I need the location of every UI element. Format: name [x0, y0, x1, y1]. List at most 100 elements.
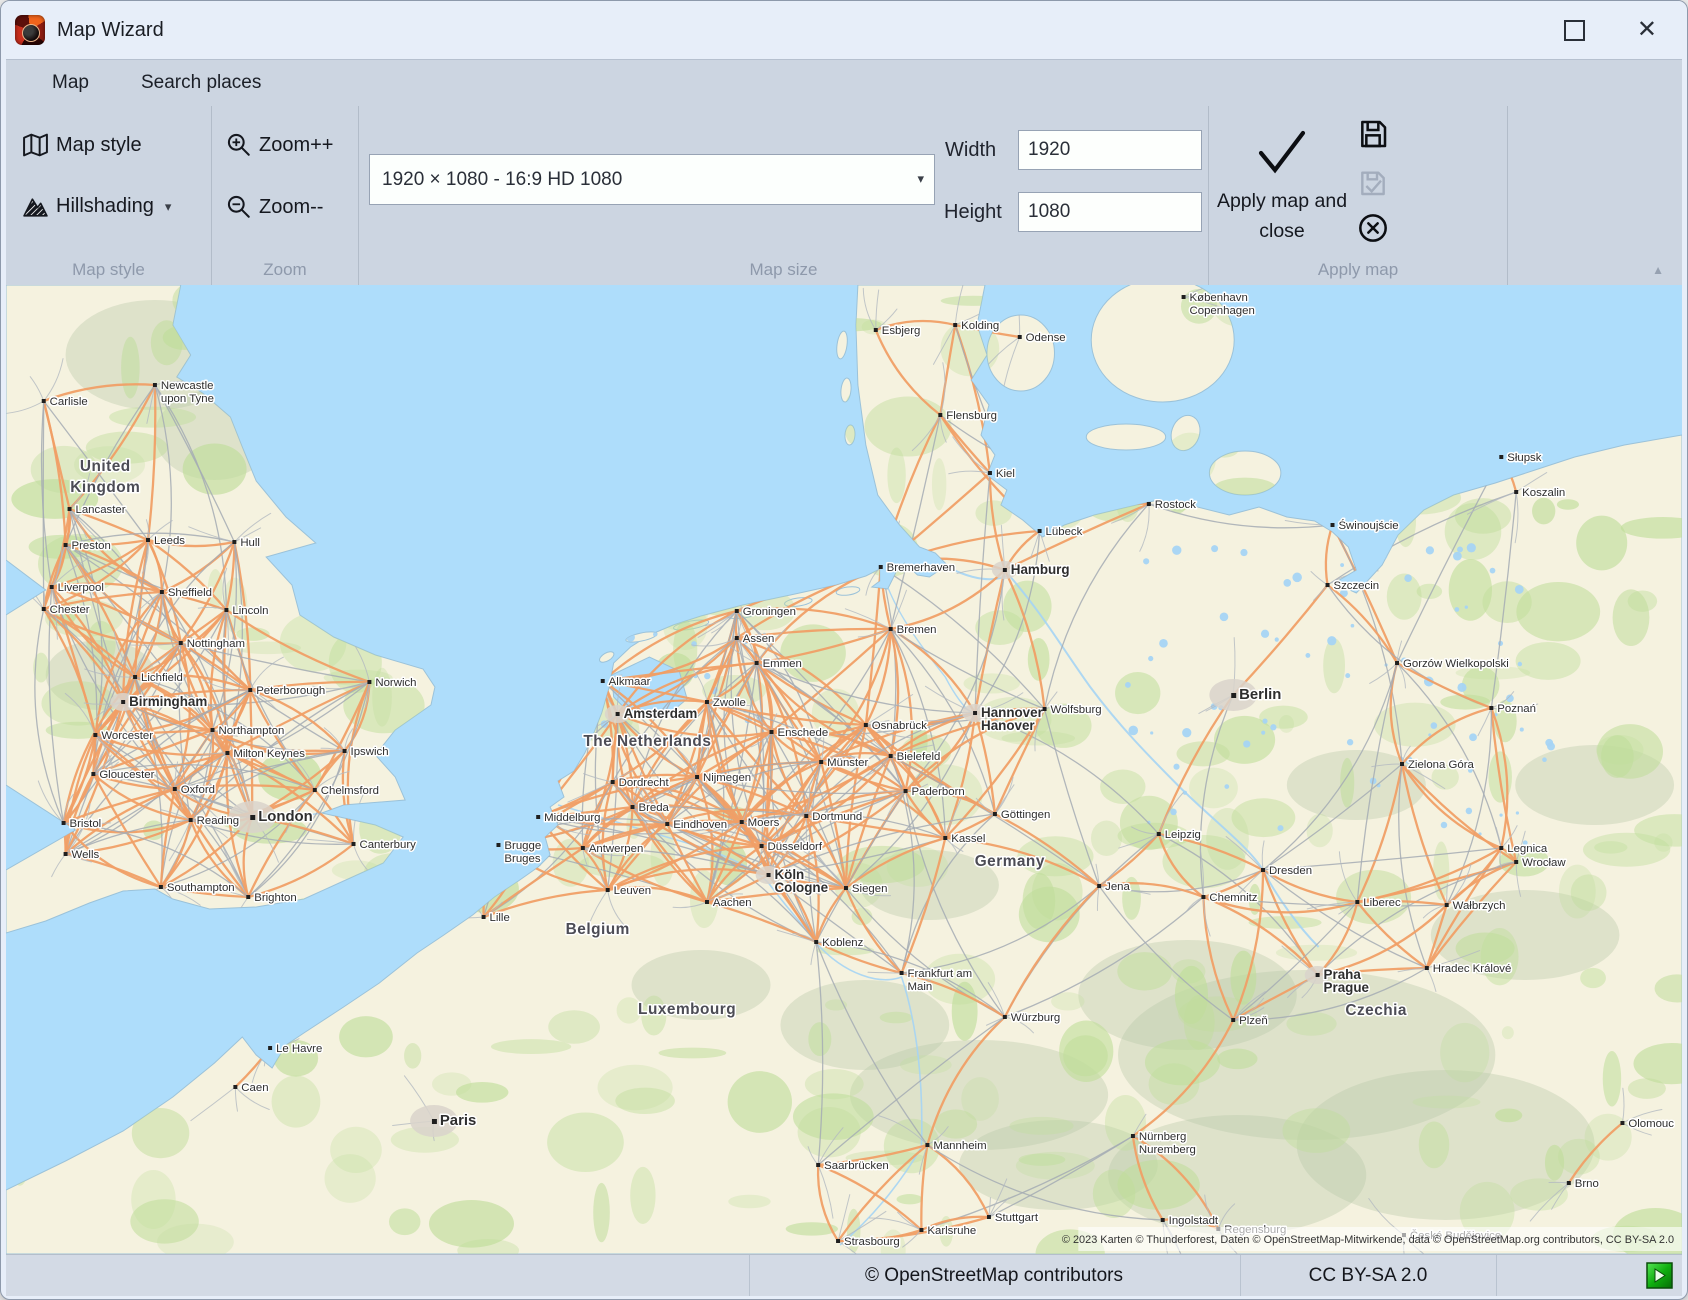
city-marker — [1231, 1018, 1235, 1022]
greenery — [1217, 1049, 1257, 1070]
close-icon[interactable]: ✕ — [1637, 18, 1657, 42]
city-label: Dortmund — [812, 811, 862, 823]
city-marker — [50, 585, 54, 589]
greenery — [1412, 1096, 1480, 1109]
lake — [1182, 728, 1191, 737]
lake — [1340, 563, 1344, 567]
lake — [1275, 637, 1279, 641]
greenery — [1580, 968, 1606, 988]
lake — [1173, 764, 1179, 770]
save-map-button[interactable] — [1357, 118, 1389, 150]
lake — [1469, 733, 1477, 741]
city-label: Brugge — [504, 840, 541, 852]
group-label-map-style: Map style — [6, 260, 211, 280]
green-arrow-grip-icon[interactable] — [1646, 1262, 1673, 1289]
zoom-out-button[interactable]: Zoom-- — [226, 194, 323, 220]
statusbar-separator — [1496, 1255, 1497, 1296]
group-map-style: Map style Hillshading ▾ Map style — [6, 106, 212, 285]
city-marker — [250, 815, 255, 820]
tab-search-places[interactable]: Search places — [141, 72, 261, 94]
greenery — [121, 337, 140, 399]
map-style-button[interactable]: Map style — [22, 132, 142, 158]
greenery — [1282, 1108, 1350, 1153]
city-marker — [1620, 1121, 1624, 1125]
city-marker — [755, 661, 759, 665]
greenery — [1603, 1051, 1621, 1107]
greenery — [1502, 1026, 1514, 1039]
lake — [1518, 662, 1522, 666]
ribbon-collapse-icon[interactable]: ▲ — [1652, 263, 1664, 277]
city-marker — [993, 812, 997, 816]
lake — [1347, 739, 1353, 745]
map-wizard-window: Map Wizard ✕ Map Search places Map style — [0, 0, 1688, 1300]
city-label: Ingolstadt — [1169, 1215, 1219, 1227]
greenery — [1059, 1021, 1113, 1082]
width-field[interactable] — [1018, 130, 1202, 170]
map-viewport[interactable]: CarlisleNewcastleupon TyneLancasterPrest… — [6, 285, 1682, 1254]
city-marker — [836, 1239, 840, 1243]
greenery — [897, 1194, 923, 1204]
zoom-in-button[interactable]: Zoom++ — [226, 132, 333, 158]
ribbon: Map Search places Map style — [6, 59, 1682, 285]
cancel-button[interactable] — [1357, 212, 1389, 244]
greenery — [728, 1071, 792, 1133]
city-label: Koblenz — [822, 937, 863, 949]
city-label: Wałbrzych — [1453, 900, 1506, 912]
city-marker — [988, 471, 992, 475]
city-label: Liverpool — [58, 582, 104, 594]
city-marker — [665, 822, 669, 826]
city-label: Milton Keynes — [233, 748, 305, 760]
city-marker — [1131, 1134, 1135, 1138]
height-field[interactable] — [1018, 192, 1202, 232]
city-label: Amsterdam — [624, 706, 698, 721]
tab-map[interactable]: Map — [52, 72, 89, 94]
magnifier-plus-icon — [226, 132, 252, 158]
city-label: Carlisle — [50, 396, 88, 408]
city-label: Karlsruhe — [927, 1225, 976, 1237]
city-marker — [1514, 490, 1518, 494]
city-label: Göttingen — [1001, 809, 1050, 821]
hillshading-button[interactable]: Hillshading ▾ — [22, 194, 171, 219]
city-marker — [1316, 973, 1320, 977]
lake — [1148, 656, 1153, 661]
city-marker — [760, 844, 764, 848]
city-label: Middelburg — [544, 812, 600, 824]
city-label: Düsseldorf — [768, 841, 823, 853]
city-marker — [1499, 455, 1503, 459]
city-label: Liberec — [1363, 897, 1401, 909]
lake — [1243, 740, 1250, 747]
city-label: Southampton — [167, 882, 235, 894]
map-size-preset-select[interactable]: 1920 × 1080 - 16:9 HD 1080 ▾ — [369, 154, 935, 205]
lake — [1224, 784, 1229, 789]
city-marker — [1445, 903, 1449, 907]
chevron-down-icon: ▾ — [165, 199, 172, 215]
save-confirm-button[interactable] — [1357, 166, 1389, 198]
city-marker — [819, 760, 823, 764]
width-label: Width — [945, 139, 996, 162]
checkmark-icon — [1253, 126, 1309, 176]
apply-map-button[interactable] — [1253, 126, 1309, 181]
city-marker — [879, 565, 883, 569]
greenery — [900, 1055, 952, 1074]
lake — [1431, 722, 1438, 729]
city-marker — [904, 789, 908, 793]
greenery — [1093, 1169, 1136, 1218]
city-label: Stuttgart — [995, 1212, 1039, 1224]
lake — [1150, 731, 1153, 734]
floppy-disk-icon — [1357, 118, 1389, 150]
greenery — [1557, 499, 1579, 510]
city-marker — [1425, 966, 1429, 970]
maximize-icon[interactable] — [1564, 20, 1585, 41]
city-label: Gorzów Wielkopolski — [1403, 658, 1509, 670]
city-label: Frankfurt am — [908, 968, 973, 980]
lake — [1465, 605, 1468, 608]
city-label: Worcester — [101, 730, 153, 742]
greenery — [1419, 1121, 1449, 1168]
city-marker — [1161, 1218, 1165, 1222]
city-marker — [268, 1046, 272, 1050]
city-label: Strasbourg — [844, 1236, 900, 1248]
city-marker — [173, 787, 177, 791]
island — [1086, 424, 1165, 450]
city-marker — [233, 1085, 237, 1089]
city-marker — [919, 1228, 923, 1232]
